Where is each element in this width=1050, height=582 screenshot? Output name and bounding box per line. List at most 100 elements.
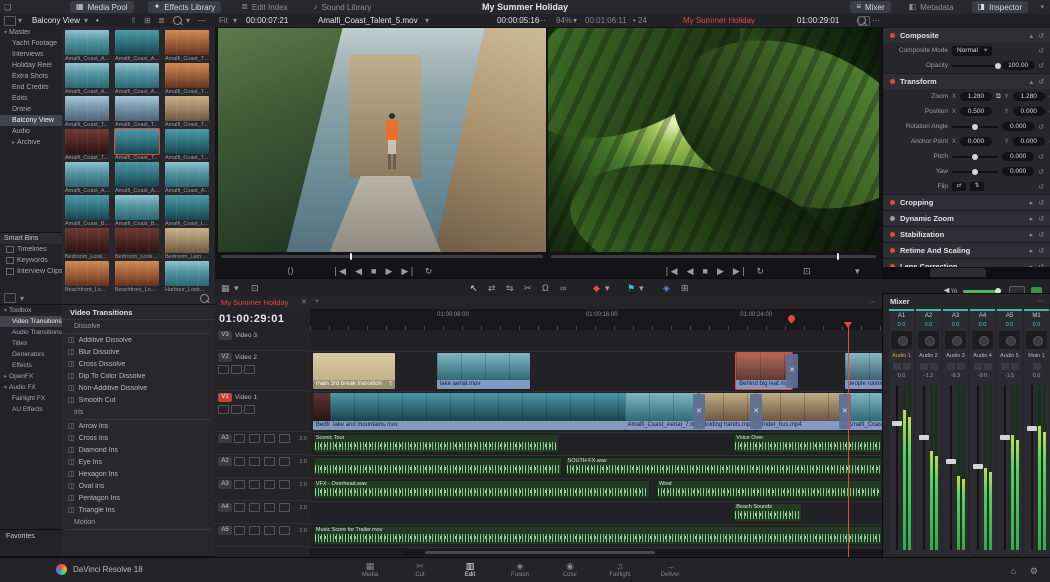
media-clip-thumbnail[interactable] — [165, 261, 209, 286]
effects-tree-item-audio-fx[interactable]: ▾Audio FX — [0, 382, 62, 393]
media-clip-thumbnail[interactable] — [165, 195, 209, 220]
media-clip-thumbnail[interactable] — [115, 228, 159, 253]
timeline-scrollbar[interactable] — [405, 550, 882, 555]
source-scrub-playhead[interactable] — [350, 253, 352, 260]
media-clip-thumbnail[interactable] — [115, 195, 159, 220]
trim-edit-mode-icon[interactable]: ⇄ — [488, 280, 496, 296]
media-clip-thumbnail[interactable] — [65, 261, 109, 286]
audio-clip[interactable]: Beach Sounds — [733, 503, 802, 522]
track-solo-icon[interactable] — [264, 434, 275, 443]
track-auto-select-icon[interactable] — [231, 405, 242, 414]
fader-handle[interactable] — [973, 464, 983, 469]
clip-menu-caret-icon[interactable]: ▾ — [855, 263, 860, 279]
bin-item-edits[interactable]: Edits — [0, 93, 62, 104]
track-lock-icon[interactable] — [218, 405, 229, 414]
track-solo-icon[interactable] — [264, 480, 275, 489]
track-target-button[interactable]: A3 — [218, 480, 232, 489]
effects-tree-item-effects[interactable]: Effects — [0, 360, 62, 371]
source-clip-name[interactable]: Amalfi_Coast_Talent_5.mov — [318, 16, 418, 25]
effects-tree-item-video-transitions[interactable]: Video Transitions — [0, 316, 62, 327]
toggle-effects-library[interactable]: ✦Effects Library — [148, 1, 222, 13]
row-reset-icon[interactable]: ↺ — [1038, 47, 1044, 55]
stop-button[interactable]: ■ — [371, 263, 376, 279]
track-target-button[interactable]: V2 — [218, 353, 232, 362]
effect-item-blur-dissolve[interactable]: ◫Blur Dissolve — [62, 346, 215, 358]
toggle-inspector[interactable]: ◨Inspector — [972, 1, 1028, 13]
track-auto-select-icon[interactable] — [231, 365, 242, 374]
mixer-strip-a4[interactable]: A40.0Audio 4-9.0 — [970, 309, 995, 554]
mute-button[interactable] — [974, 363, 982, 370]
track-header-a1[interactable]: A12.0 — [215, 433, 310, 455]
import-media-icon[interactable]: ⇪ — [130, 16, 137, 25]
timeline-scrub-playhead[interactable] — [837, 253, 839, 260]
effect-item-pentagon-iris[interactable]: ◫Pentagon Iris — [62, 492, 215, 504]
track-target-button[interactable]: A4 — [218, 503, 232, 512]
effects-tree-item-fairlight-fx[interactable]: Fairlight FX — [0, 393, 62, 404]
pan-value[interactable]: 0.0 — [970, 322, 995, 328]
page-tab-cut[interactable]: ✂Cut — [395, 558, 445, 582]
bin-item-interviews[interactable]: Interviews — [0, 49, 62, 60]
effect-item-additive-dissolve[interactable]: ◫Additive Dissolve — [62, 334, 215, 346]
timeline-marker[interactable] — [786, 314, 796, 324]
bin-item-audio[interactable]: Audio — [0, 126, 62, 137]
toggle-metadata[interactable]: ◧Metadata — [903, 1, 960, 13]
source-menu-icon[interactable]: ⋯ — [538, 16, 546, 25]
media-clip-thumbnail[interactable] — [65, 96, 109, 121]
flag-icon[interactable]: ⚑ — [627, 280, 635, 296]
step-back-button[interactable]: ◀ — [355, 263, 362, 279]
toggle-media-pool[interactable]: ▦Media Pool — [70, 1, 134, 13]
bin-list-toggle-icon[interactable] — [4, 16, 16, 26]
media-clip-thumbnail[interactable] — [115, 162, 159, 187]
media-clip-thumbnail[interactable] — [165, 63, 209, 88]
section-collapse-icon[interactable]: ▸ — [1030, 263, 1034, 268]
track-target-button[interactable]: A2 — [218, 457, 232, 466]
track-auto-select-icon[interactable] — [249, 480, 260, 489]
transition-marker-icon[interactable]: ✕ — [693, 394, 705, 429]
effect-item-cross-iris[interactable]: ◫Cross Iris — [62, 432, 215, 444]
timeline-zoom-caret-icon[interactable]: ▾ — [573, 16, 577, 25]
transition-marker-icon[interactable]: ✕ — [839, 394, 851, 429]
toggle-sound-library[interactable]: ♪Sound Library — [308, 1, 378, 13]
project-manager-icon[interactable]: ⌂ — [1011, 563, 1016, 579]
media-clip-thumbnail[interactable] — [65, 30, 109, 55]
page-tab-color[interactable]: ◉Color — [545, 558, 595, 582]
track-target-button[interactable]: V1 — [218, 393, 232, 402]
timeline-view-options-icon[interactable]: ▦ — [221, 280, 230, 296]
effect-item-cross-dissolve[interactable]: ◫Cross Dissolve — [62, 358, 215, 370]
timeline-clip[interactable]: people running.mov — [845, 353, 882, 389]
viewer-menu-icon[interactable]: ⋯ — [872, 16, 880, 25]
view-options-caret-icon[interactable]: ▾ — [234, 280, 239, 296]
effect-item-oval-iris[interactable]: ◫Oval Iris — [62, 480, 215, 492]
media-clip-thumbnail[interactable] — [165, 129, 209, 154]
value-slider[interactable] — [952, 65, 998, 67]
pan-value[interactable]: 0.0 — [997, 322, 1022, 328]
track-auto-select-icon[interactable] — [249, 503, 260, 512]
bin-caret-icon[interactable]: ▾ — [4, 29, 7, 36]
section-collapse-icon[interactable]: ▸ — [1030, 247, 1034, 255]
effects-tree-item-toolbox[interactable]: ▾Toolbox — [0, 305, 62, 316]
track-solo-icon[interactable] — [264, 503, 275, 512]
section-enable-dot[interactable] — [890, 33, 895, 38]
timeline-clip[interactable]: Amalfi_Coast_Aerial_7.mov — [625, 393, 699, 430]
effect-item-diamond-iris[interactable]: ◫Diamond Iris — [62, 444, 215, 456]
effects-search-icon[interactable] — [200, 294, 209, 303]
workspace-icon[interactable]: ❏ — [4, 3, 11, 12]
tree-caret-icon[interactable]: ▾ — [4, 307, 7, 314]
track-header-v3[interactable]: V3Video 3 — [215, 330, 310, 351]
audio-clip[interactable]: Music Score for Trailer.mov — [313, 526, 882, 545]
page-tab-media[interactable]: ▦Media — [345, 558, 395, 582]
media-clip-thumbnail[interactable] — [65, 63, 109, 88]
track-solo-icon[interactable] — [264, 457, 275, 466]
pan-value[interactable]: 0.0 — [916, 322, 941, 328]
solo-button[interactable] — [930, 363, 938, 370]
track-lock-icon[interactable] — [234, 457, 245, 466]
mixer-strip-m1[interactable]: M10.0Main 10.0 — [1024, 309, 1049, 554]
x-value-field[interactable]: 1.280 — [960, 92, 992, 101]
track-header-a2[interactable]: A22.0 — [215, 456, 310, 478]
source-zoom-select[interactable]: Fit — [219, 16, 228, 25]
pan-knob[interactable] — [891, 331, 912, 349]
track-header-a5[interactable]: A52.0 — [215, 525, 310, 547]
page-tab-deliver[interactable]: →Deliver — [645, 558, 695, 582]
timeline-lane-v3[interactable] — [310, 330, 882, 352]
favorites-label[interactable]: Favorites — [0, 530, 62, 542]
